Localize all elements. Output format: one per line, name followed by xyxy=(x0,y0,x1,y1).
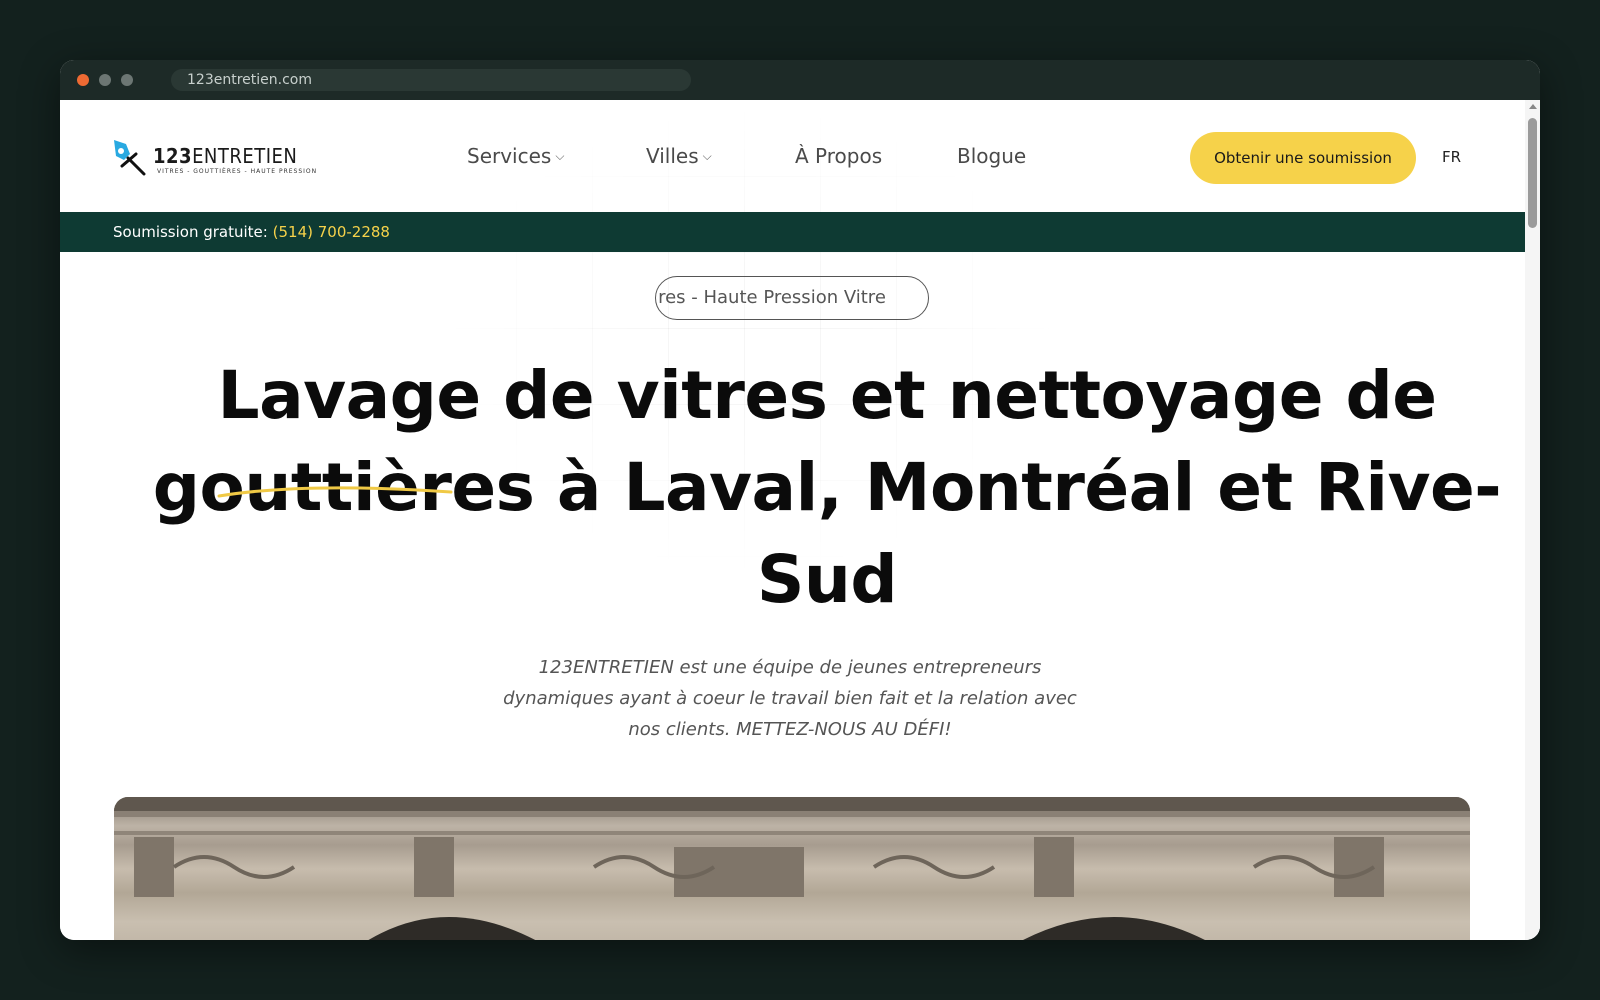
nav-services[interactable]: Services ⌵ xyxy=(467,144,564,168)
close-window-button[interactable] xyxy=(77,74,89,86)
services-ticker-pill: res - Haute Pression Vitre xyxy=(655,276,929,320)
nav-blogue-label: Blogue xyxy=(957,144,1027,168)
title-underline-decoration xyxy=(217,486,453,498)
hero-subtitle: 123ENTRETIEN est une équipe de jeunes en… xyxy=(503,657,1077,740)
scroll-up-arrow-icon[interactable] xyxy=(1529,104,1537,109)
building-facade-illustration xyxy=(114,797,1470,940)
nav-villes[interactable]: Villes ⌵ xyxy=(646,144,712,168)
nav-blogue[interactable]: Blogue xyxy=(957,144,1026,168)
phone-banner-label: Soumission gratuite: xyxy=(113,223,268,241)
hero-building-image xyxy=(114,797,1470,940)
logo-name: ENTRETIEN xyxy=(192,144,298,168)
nav-services-label: Services xyxy=(467,144,552,168)
minimize-window-button[interactable] xyxy=(99,74,111,86)
browser-window: 123entretien.com 123ENTRETIEN VITRES - G… xyxy=(60,60,1540,940)
maximize-window-button[interactable] xyxy=(121,74,133,86)
get-quote-button[interactable]: Obtenir une soumission xyxy=(1190,132,1416,184)
language-switcher[interactable]: FR xyxy=(1442,148,1461,166)
nav-a-propos-label: À Propos xyxy=(795,144,883,168)
logo-number: 123 xyxy=(153,144,193,168)
chevron-down-icon: ⌵ xyxy=(702,149,712,163)
scrollbar-thumb[interactable] xyxy=(1528,118,1537,228)
phone-link[interactable]: (514) 700-2288 xyxy=(273,223,390,241)
page-scrollbar[interactable] xyxy=(1525,100,1540,940)
nav-villes-label: Villes xyxy=(646,144,699,168)
chevron-down-icon: ⌵ xyxy=(555,149,565,163)
logo-tagline: VITRES - GOUTTIÈRES - HAUTE PRESSION xyxy=(157,168,318,175)
phone-banner: Soumission gratuite: (514) 700-2288 xyxy=(60,212,1525,252)
web-page: 123ENTRETIEN VITRES - GOUTTIÈRES - HAUTE… xyxy=(60,100,1540,940)
site-header: 123ENTRETIEN VITRES - GOUTTIÈRES - HAUTE… xyxy=(60,100,1525,212)
nav-a-propos[interactable]: À Propos xyxy=(795,144,882,168)
browser-titlebar: 123entretien.com xyxy=(60,60,1540,100)
logo-wordmark: 123ENTRETIEN xyxy=(153,144,297,168)
address-bar[interactable]: 123entretien.com xyxy=(171,69,691,91)
services-ticker-text: res - Haute Pression Vitre xyxy=(658,287,886,308)
